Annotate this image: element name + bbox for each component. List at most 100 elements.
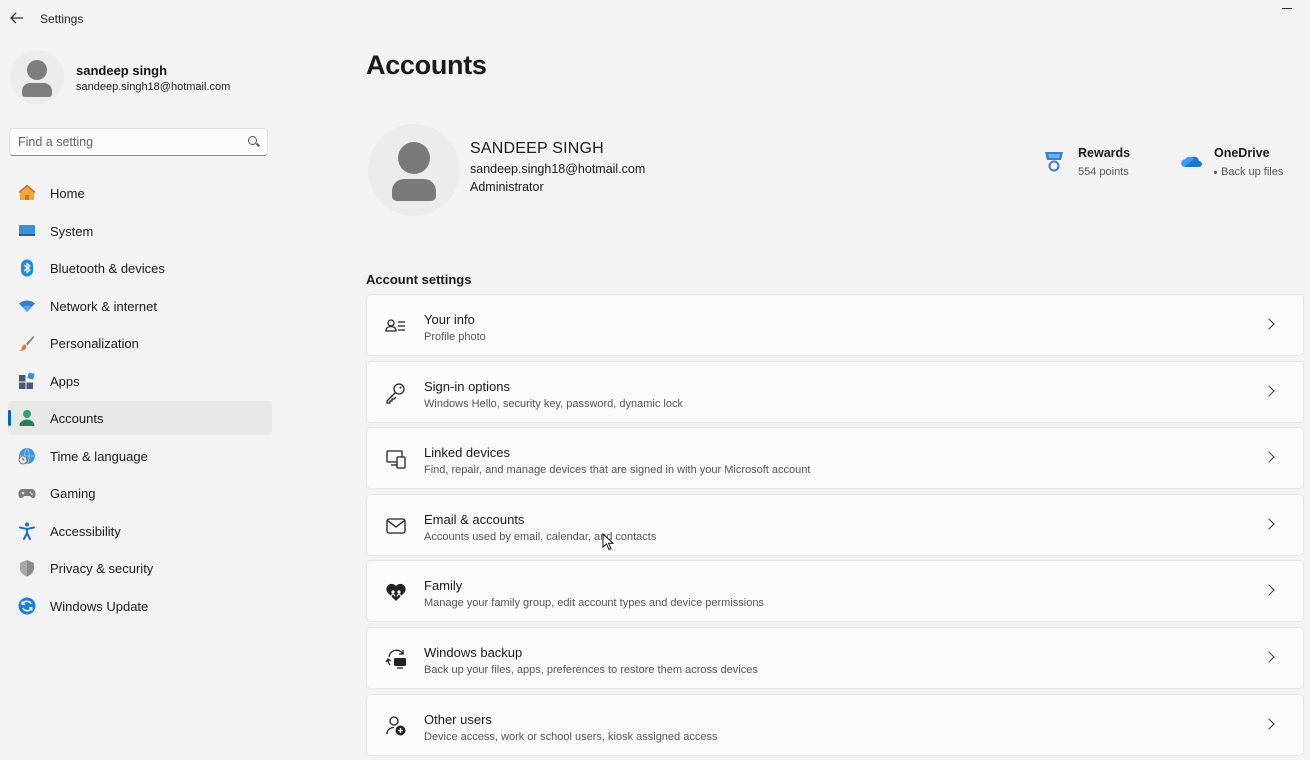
sidebar-item-apps[interactable]: Apps bbox=[8, 364, 272, 398]
onedrive-cloud-icon bbox=[1181, 156, 1202, 167]
card-title: Family bbox=[424, 578, 463, 594]
card-title: Sign-in options bbox=[424, 378, 510, 394]
chevron-right-icon bbox=[1263, 318, 1275, 330]
mouse-cursor-icon bbox=[602, 533, 615, 551]
sidebar-item-label: Time & language bbox=[50, 448, 148, 464]
sidebar-item-label: Accounts bbox=[50, 411, 104, 426]
rewards-tile[interactable]: Rewards 554 points bbox=[1044, 144, 1164, 184]
chevron-right-icon bbox=[1263, 584, 1275, 597]
sidebar-item-label: Personalization bbox=[50, 336, 139, 351]
sidebar-item-personalization[interactable]: Personalization bbox=[8, 326, 272, 360]
sidebar-item-label: System bbox=[50, 223, 94, 239]
accounts-icon bbox=[19, 410, 35, 426]
app-title: Settings bbox=[40, 12, 84, 26]
sidebar-item-label: Gaming bbox=[50, 486, 96, 501]
onedrive-status: Back up files bbox=[1214, 166, 1283, 178]
linked-devices-icon bbox=[386, 450, 406, 469]
card-subtitle: Manage your family group, edit account t… bbox=[424, 597, 764, 610]
sidebar-item-label: Apps bbox=[50, 373, 80, 389]
home-icon bbox=[18, 184, 36, 200]
settings-card-your-info[interactable]: Your info Profile photo bbox=[366, 294, 1304, 356]
minimize-button[interactable] bbox=[1282, 8, 1292, 9]
sidebar-item-label: Privacy & security bbox=[50, 561, 154, 576]
sidebar-item-label: Accessibility bbox=[50, 523, 121, 539]
card-title: Linked devices bbox=[424, 445, 510, 461]
backup-icon bbox=[385, 649, 406, 669]
chevron-right-icon bbox=[1263, 651, 1275, 663]
search-input[interactable] bbox=[18, 134, 228, 150]
onedrive-tile[interactable]: OneDrive Back up files bbox=[1180, 144, 1300, 184]
sidebar-item-bluetooth[interactable]: Bluetooth & devices bbox=[8, 251, 272, 285]
search-icon[interactable] bbox=[248, 136, 257, 145]
wifi-icon bbox=[19, 300, 35, 312]
rewards-title: Rewards bbox=[1078, 146, 1131, 160]
card-subtitle: Back up your files, apps, preferences to… bbox=[424, 663, 758, 676]
sidebar-profile[interactable]: sandeep singh sandeep.singh18@hotmail.co… bbox=[10, 50, 280, 106]
chevron-right-icon bbox=[1263, 518, 1275, 530]
sidebar-item-gaming[interactable]: Gaming bbox=[8, 476, 272, 510]
profile-name: sandeep singh bbox=[76, 63, 168, 78]
section-heading: Account settings bbox=[366, 272, 472, 287]
sidebar-item-accessibility[interactable]: Accessibility bbox=[8, 514, 272, 548]
gamepad-icon bbox=[18, 489, 36, 498]
accessibility-icon bbox=[19, 522, 35, 540]
card-subtitle: Accounts used by email, calendar, and co… bbox=[424, 530, 657, 543]
chevron-right-icon bbox=[1263, 451, 1275, 463]
sidebar: sandeep singh sandeep.singh18@hotmail.co… bbox=[0, 36, 282, 758]
sidebar-item-label: Bluetooth & devices bbox=[50, 261, 165, 276]
system-icon bbox=[19, 224, 35, 236]
mail-icon bbox=[386, 518, 406, 534]
card-title: Your info bbox=[424, 312, 475, 327]
person-list-icon bbox=[385, 319, 405, 332]
account-settings-list: Your info Profile photo Sign-in options … bbox=[366, 294, 1304, 760]
chevron-right-icon bbox=[1263, 384, 1275, 397]
shield-icon bbox=[20, 560, 34, 577]
update-icon bbox=[18, 597, 36, 614]
card-title: Windows backup bbox=[424, 644, 523, 660]
user-role: Administrator bbox=[470, 180, 544, 194]
sidebar-item-home[interactable]: Home bbox=[8, 176, 272, 210]
globe-clock-icon bbox=[18, 447, 35, 464]
onedrive-title: OneDrive bbox=[1214, 146, 1270, 160]
card-title: Other users bbox=[424, 711, 492, 727]
card-title: Email & accounts bbox=[424, 511, 525, 527]
settings-card-windows-backup[interactable]: Windows backup Back up your files, apps,… bbox=[366, 626, 1304, 689]
card-subtitle: Profile photo bbox=[424, 331, 486, 343]
key-icon bbox=[386, 382, 405, 404]
user-name: SANDEEP SINGH bbox=[470, 140, 604, 157]
rewards-trophy-icon bbox=[1045, 152, 1063, 172]
settings-card-sign-in-options[interactable]: Sign-in options Windows Hello, security … bbox=[366, 360, 1304, 423]
sidebar-item-windows-update[interactable]: Windows Update bbox=[8, 589, 272, 623]
chevron-right-icon bbox=[1263, 717, 1275, 730]
sidebar-item-label: Network & internet bbox=[50, 298, 157, 314]
settings-card-family[interactable]: Family Manage your family group, edit ac… bbox=[366, 560, 1304, 623]
sidebar-item-privacy[interactable]: Privacy & security bbox=[8, 551, 272, 585]
bluetooth-icon bbox=[21, 259, 33, 277]
status-dot-icon bbox=[1214, 170, 1217, 174]
user-email: sandeep.singh18@hotmail.com bbox=[470, 162, 646, 176]
sidebar-item-network[interactable]: Network & internet bbox=[8, 289, 272, 323]
rewards-points: 554 points bbox=[1078, 166, 1129, 178]
settings-card-linked-devices[interactable]: Linked devices Find, repair, and manage … bbox=[366, 427, 1304, 490]
profile-email: sandeep.singh18@hotmail.com bbox=[76, 81, 231, 93]
sidebar-item-time-language[interactable]: Time & language bbox=[8, 439, 272, 473]
sidebar-item-accounts[interactable]: Accounts bbox=[8, 401, 272, 435]
onedrive-status-text: Back up files bbox=[1221, 166, 1284, 178]
add-user-icon bbox=[386, 715, 406, 736]
sidebar-item-label: Home bbox=[50, 186, 85, 201]
card-subtitle: Find, repair, and manage devices that ar… bbox=[424, 464, 811, 477]
user-avatar[interactable] bbox=[368, 124, 460, 216]
arrow-left-icon bbox=[10, 12, 23, 24]
sidebar-item-system[interactable]: System bbox=[8, 214, 272, 248]
settings-card-email-accounts[interactable]: Email & accounts Accounts used by email,… bbox=[366, 493, 1304, 556]
back-button[interactable] bbox=[8, 9, 26, 27]
search-box[interactable] bbox=[9, 128, 268, 156]
apps-icon bbox=[19, 371, 35, 389]
card-subtitle: Device access, work or school users, kio… bbox=[424, 730, 718, 743]
card-subtitle: Windows Hello, security key, password, d… bbox=[424, 397, 683, 410]
settings-card-other-users[interactable]: Other users Device access, work or schoo… bbox=[366, 693, 1304, 756]
nav-list: Home System Bluetooth & devices Network … bbox=[8, 176, 272, 626]
avatar bbox=[10, 50, 64, 104]
brush-icon bbox=[19, 336, 35, 351]
page-title: Accounts bbox=[366, 50, 487, 80]
